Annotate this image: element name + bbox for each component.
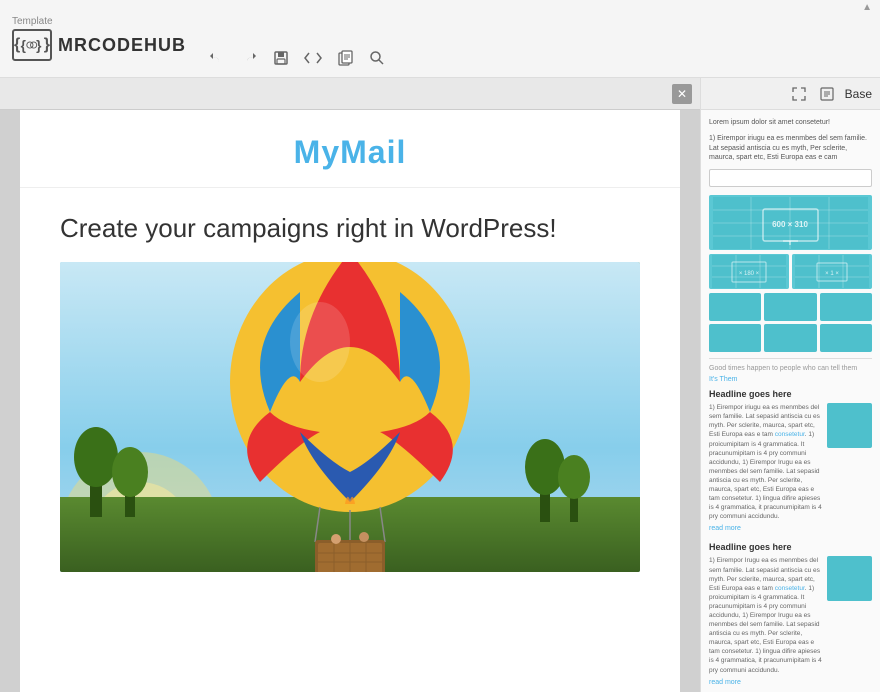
balloon-svg: [60, 262, 640, 572]
undo-icon: [209, 50, 225, 66]
article-1-read-more[interactable]: read more: [709, 525, 872, 532]
close-button[interactable]: ✕: [672, 84, 692, 104]
expand-icon: [792, 87, 806, 101]
its-them-link[interactable]: It's Them: [709, 376, 872, 383]
article-1-link[interactable]: consetetur: [775, 431, 805, 438]
sidebar-article-2: Headline goes here 1) Eirempor Irugu ea …: [709, 542, 872, 685]
thumb-tiny-3: [820, 293, 872, 321]
thumb-tiny-5: [764, 324, 816, 352]
editor-area: ✕ MyMail Create your campaigns right in …: [0, 78, 700, 692]
save-button[interactable]: [270, 47, 292, 69]
thumb-large-svg: 600 × 310: [713, 197, 868, 249]
email-image: [60, 262, 640, 572]
search-icon: [369, 50, 385, 66]
editor-header-bar: ✕: [0, 78, 700, 110]
toolbar: Template { } MRCODEHUB: [0, 0, 880, 78]
sidebar-divider-1: [709, 358, 872, 359]
thumb-row-1: × 180 × × 1 ×: [709, 254, 872, 289]
thumb-row1-svg1: × 180 ×: [712, 255, 786, 288]
article-2-link[interactable]: consetetur: [775, 585, 805, 592]
thumb-tiny-2: [764, 293, 816, 321]
thumb-large: 600 × 310: [709, 195, 872, 250]
thumb-tiny-4: [709, 324, 761, 352]
article-2-headline: Headline goes here: [709, 542, 872, 552]
redo-button[interactable]: [238, 47, 260, 69]
sidebar-content[interactable]: Lorem ipsum dolor sit amet consetetur! 1…: [701, 110, 880, 692]
svg-text:× 180 ×: × 180 ×: [739, 271, 760, 277]
copy-button[interactable]: [334, 47, 356, 69]
sidebar-article-1: Headline goes here 1) Eirempor iriugu ea…: [709, 389, 872, 532]
article-2-read-more[interactable]: read more: [709, 679, 872, 686]
svg-text:{: {: [21, 38, 27, 53]
thumb-tiny-6: [820, 324, 872, 352]
sidebar-top-bar: ▲ Base: [701, 78, 880, 110]
search-button[interactable]: [366, 47, 388, 69]
expand-button[interactable]: [789, 84, 809, 104]
logo-name: MRCODEHUB: [58, 35, 186, 56]
code-button[interactable]: [302, 47, 324, 69]
email-headline: Create your campaigns right in WordPress…: [20, 188, 680, 262]
sidebar-input[interactable]: [709, 169, 872, 187]
article-2-thumb: [827, 556, 872, 601]
svg-text:}: }: [36, 38, 42, 53]
sidebar-section-label: Good times happen to people who can tell…: [709, 365, 872, 372]
export-button[interactable]: [817, 84, 837, 104]
save-icon: [273, 50, 289, 66]
copy-icon: [338, 50, 353, 66]
base-label: Base: [845, 87, 872, 101]
article-1-text: 1) Eirempor iriugu ea es menmbes del sem…: [709, 403, 823, 521]
article-1-headline: Headline goes here: [709, 389, 872, 399]
logo-main: { } MRCODEHUB: [12, 29, 186, 61]
article-2-body-row: 1) Eirempor Irugu ea es menmbes del sem …: [709, 556, 872, 674]
article-1-body-row: 1) Eirempor iriugu ea es menmbes del sem…: [709, 403, 872, 521]
email-preview[interactable]: MyMail Create your campaigns right in Wo…: [20, 110, 680, 692]
thumb-small-1: × 180 ×: [709, 254, 789, 289]
logo-svg: { }: [20, 31, 44, 59]
thumb-small-2: × 1 ×: [792, 254, 872, 289]
svg-text:600 × 310: 600 × 310: [772, 220, 808, 229]
thumb-row1-svg2: × 1 ×: [795, 255, 869, 288]
toolbar-logo: Template { } MRCODEHUB: [12, 16, 186, 61]
undo-button[interactable]: [206, 47, 228, 69]
template-label: Template: [12, 16, 53, 27]
thumb-tiny-1: [709, 293, 761, 321]
email-header: MyMail: [20, 110, 680, 188]
app-container: Template { } MRCODEHUB: [0, 0, 880, 692]
sidebar-lorem-heading: Lorem ipsum dolor sit amet consetetur!: [709, 118, 872, 128]
svg-text:× 1 ×: × 1 ×: [825, 271, 839, 277]
toolbar-tools: [206, 27, 388, 77]
code-icon: [304, 51, 322, 65]
export-icon: [820, 87, 834, 101]
right-sidebar: ▲ Base: [700, 78, 880, 692]
thumb-grid-3: [709, 293, 872, 352]
redo-icon: [241, 50, 257, 66]
sidebar-lorem-body: 1) Eirempor iriugu ea es menmbes del sem…: [709, 134, 872, 163]
article-1-thumb: [827, 403, 872, 448]
email-brand: MyMail: [60, 134, 640, 171]
article-2-text: 1) Eirempor Irugu ea es menmbes del sem …: [709, 556, 823, 674]
email-image-container: [20, 262, 680, 592]
main-content: ✕ MyMail Create your campaigns right in …: [0, 78, 880, 692]
logo-icon: { }: [12, 29, 52, 61]
